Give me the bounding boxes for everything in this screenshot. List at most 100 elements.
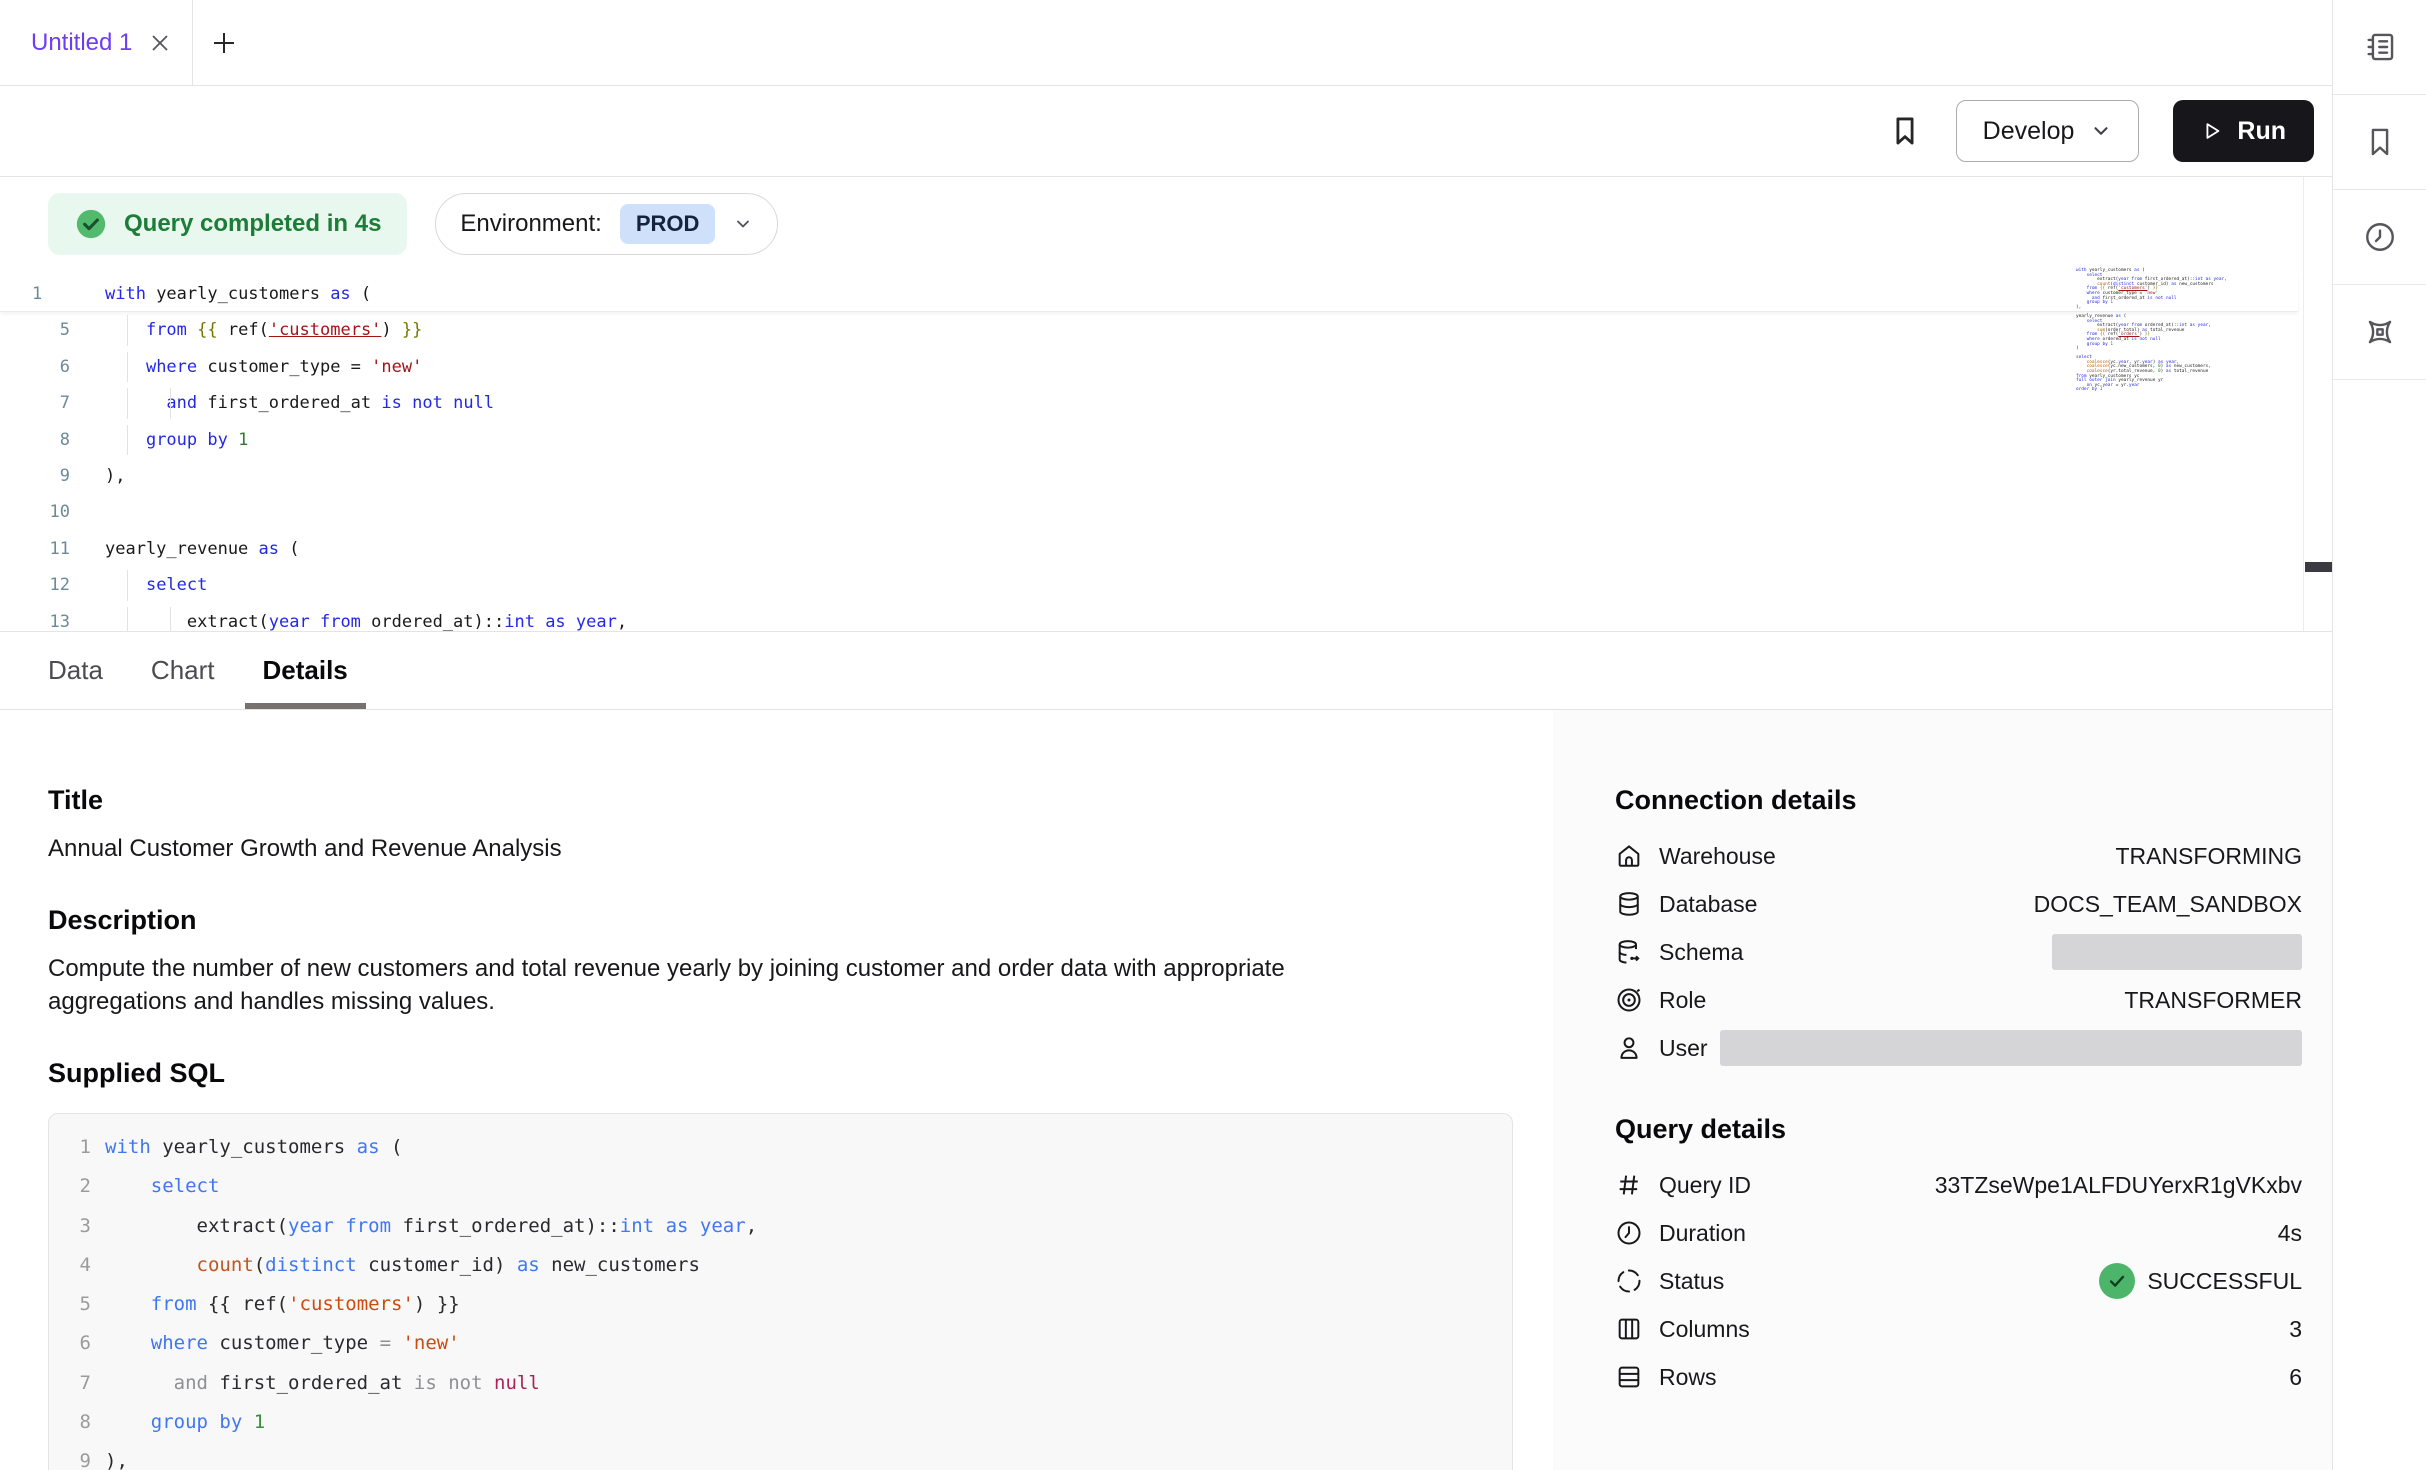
tab-chart[interactable]: Chart — [133, 632, 233, 709]
code-line[interactable]: 8 group by 1 — [0, 422, 2298, 458]
indent-guide — [127, 607, 128, 632]
user-icon — [1615, 1034, 1643, 1062]
indent-guide — [170, 607, 171, 632]
notebook-panel-button[interactable] — [2333, 0, 2426, 95]
database-icon — [1615, 890, 1643, 918]
code-line: 5 from {{ ref('customers') }} — [61, 1285, 1512, 1324]
code-text: from {{ ref('customers') }} — [105, 312, 422, 348]
line-number: 8 — [0, 422, 70, 458]
row-value: 33TZseWpe1ALFDUYerxR1gVKxbv — [1935, 1172, 2302, 1199]
code-text: with yearly_customers as ( — [105, 276, 371, 311]
code-text: select — [105, 1167, 219, 1206]
chevron-down-icon — [733, 214, 753, 234]
spinner-icon — [1615, 1267, 1643, 1295]
row-label: Schema — [1659, 939, 1743, 966]
editor-scrollbar-track[interactable] — [2303, 177, 2332, 631]
code-text: with yearly_customers as ( — [105, 1128, 402, 1167]
code-line[interactable]: 6 where customer_type = 'new' — [0, 349, 2298, 385]
row-label: Database — [1659, 891, 1757, 918]
row-value: DOCS_TEAM_SANDBOX — [2034, 891, 2302, 918]
indent-guide — [170, 388, 171, 418]
columns-icon — [1615, 1315, 1643, 1343]
bookmark-icon — [2363, 125, 2397, 159]
connection-details-heading: Connection details — [1615, 785, 2302, 816]
redacted-value — [1720, 1030, 2302, 1066]
history-clock-icon — [2363, 220, 2397, 254]
code-text: and first_ordered_at is not null — [105, 385, 494, 421]
code-line[interactable]: 7 and first_ordered_at is not null — [0, 385, 2298, 421]
tab-data[interactable]: Data — [30, 632, 121, 709]
line-number: 5 — [61, 1285, 91, 1324]
run-label: Run — [2237, 117, 2286, 146]
title-heading: Title — [48, 785, 1513, 816]
connection-row-database: Database DOCS_TEAM_SANDBOX — [1615, 880, 2302, 928]
line-number: 5 — [0, 312, 70, 348]
check-circle-icon — [2099, 1263, 2135, 1299]
description-heading: Description — [48, 905, 1513, 936]
editor-toolbar: Develop Run — [0, 86, 2332, 177]
tab-title: Untitled 1 — [31, 29, 132, 57]
code-line[interactable]: 9), — [0, 458, 2298, 494]
line-number: 7 — [0, 385, 70, 421]
explore-panel-button[interactable] — [2333, 285, 2426, 380]
query-status-text: Query completed in 4s — [124, 210, 381, 238]
code-text: order by 1 — [2076, 388, 2102, 393]
editor-scrollbar-thumb[interactable] — [2305, 562, 2332, 572]
query-row-status: Status SUCCESSFUL — [1615, 1257, 2302, 1305]
new-tab-button[interactable] — [193, 0, 255, 85]
run-button[interactable]: Run — [2173, 100, 2314, 162]
app-root: Untitled 1 — [0, 0, 2426, 1470]
status-badge: SUCCESSFUL — [2099, 1263, 2302, 1299]
indent-guide — [127, 315, 128, 345]
code-line[interactable]: 5 from {{ ref('customers') }} — [0, 312, 2298, 348]
line-number: 11 — [0, 531, 70, 567]
row-value: SUCCESSFUL — [2147, 1268, 2302, 1295]
row-label: User — [1659, 1035, 1708, 1062]
bookmark-button[interactable] — [1888, 114, 1922, 148]
code-area[interactable]: 1with yearly_customers as (5 from {{ ref… — [0, 276, 2298, 632]
develop-label: Develop — [1983, 117, 2075, 146]
query-details-heading: Query details — [1615, 1114, 2302, 1145]
editor-minimap[interactable]: with yearly_customers as ( select extrac… — [2076, 269, 2296, 393]
code-line[interactable]: 12 select — [0, 567, 2298, 603]
query-row-columns: Columns 3 — [1615, 1305, 2302, 1353]
code-line: order by 1 — [2076, 388, 2296, 393]
connection-row-schema: Schema — [1615, 928, 2302, 976]
row-label: Duration — [1659, 1220, 1746, 1247]
code-line: 6 where customer_type = 'new' — [61, 1324, 1512, 1363]
code-text: where customer_type = 'new' — [105, 1324, 460, 1363]
tab-bar: Untitled 1 — [0, 0, 2332, 86]
code-line[interactable]: 13 extract(year from ordered_at)::int as… — [0, 604, 2298, 632]
tab-untitled-1[interactable]: Untitled 1 — [0, 0, 193, 85]
code-text: select — [105, 567, 207, 603]
connection-row-role: Role TRANSFORMER — [1615, 976, 2302, 1024]
indent-guide — [127, 425, 128, 455]
row-value: TRANSFORMING — [2115, 843, 2302, 870]
code-text: and first_ordered_at is not null — [105, 1364, 540, 1403]
code-line[interactable]: 11yearly_revenue as ( — [0, 531, 2298, 567]
connection-row-user: User — [1615, 1024, 2302, 1072]
code-line: 4 count(distinct customer_id) as new_cus… — [61, 1246, 1512, 1285]
details-side-column: Connection details Warehouse TRANSFORMIN… — [1553, 710, 2332, 1470]
close-tab-icon[interactable] — [148, 31, 172, 55]
line-number: 3 — [61, 1207, 91, 1246]
role-icon — [1615, 986, 1643, 1014]
code-text: ), — [105, 458, 125, 494]
code-line[interactable]: 1with yearly_customers as ( — [0, 276, 2298, 312]
line-number: 1 — [61, 1128, 91, 1167]
hash-icon — [1615, 1171, 1643, 1199]
code-line[interactable]: 10 — [0, 494, 2298, 530]
environment-label: Environment: — [460, 210, 601, 238]
indent-guide — [127, 352, 128, 382]
query-row-duration: Duration 4s — [1615, 1209, 2302, 1257]
sql-editor: Query completed in 4s Environment: PROD … — [0, 177, 2332, 632]
environment-selector[interactable]: Environment: PROD — [435, 193, 778, 255]
line-number: 9 — [61, 1442, 91, 1470]
bookmarks-panel-button[interactable] — [2333, 95, 2426, 190]
history-panel-button[interactable] — [2333, 190, 2426, 285]
code-line: 1 with yearly_customers as ( — [61, 1128, 1512, 1167]
tab-details[interactable]: Details — [245, 632, 366, 709]
code-text: ), — [105, 1442, 128, 1470]
line-number: 8 — [61, 1403, 91, 1442]
develop-dropdown[interactable]: Develop — [1956, 100, 2140, 162]
